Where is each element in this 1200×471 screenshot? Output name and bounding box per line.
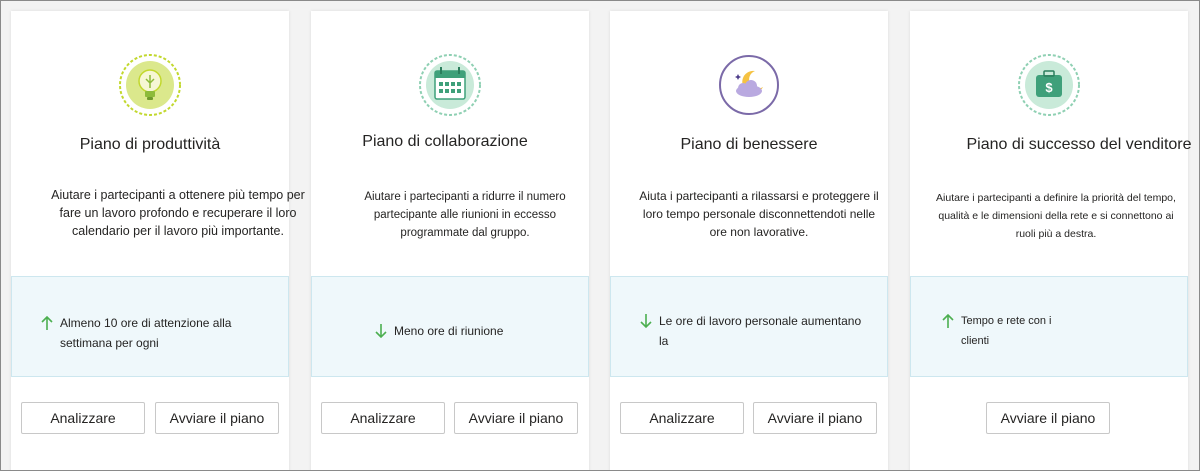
card-description: Aiutare i partecipanti a ottenere più te… (51, 188, 305, 238)
metric-box: Tempo e rete con i clienti (910, 276, 1188, 377)
metric-row: Le ore di lavoro personale aumentano la (639, 311, 867, 351)
metric-row: Almeno 10 ore di attenzione alla settima… (40, 313, 268, 353)
card-title: Piano di collaborazione (362, 133, 528, 150)
plan-card-seller-success: $ Piano di successo del venditore Aiutar… (910, 11, 1192, 470)
moon-cloud-icon (717, 53, 781, 117)
analyze-button[interactable]: Analizzare (620, 402, 744, 434)
arrow-down-icon (375, 324, 387, 339)
start-plan-button[interactable]: Avviare il piano (155, 402, 279, 434)
money-bag-icon: $ (1017, 53, 1081, 117)
card-description: Aiutare i partecipanti a ridurre il nume… (364, 191, 566, 239)
arrow-up-icon (41, 315, 53, 330)
analyze-button[interactable]: Analizzare (321, 402, 445, 434)
card-title: Piano di benessere (680, 136, 818, 153)
metric-box: Meno ore di riunione (311, 276, 589, 377)
metric-box: Le ore di lavoro personale aumentano la (610, 276, 888, 377)
card-description: Aiuta i partecipanti a rilassarsi e prot… (639, 189, 879, 239)
plans-panel: Piano di produttività Aiutare i partecip… (0, 0, 1200, 471)
calendar-icon (418, 53, 482, 117)
plan-card-collaboration: Piano di collaborazione Aiutare i partec… (311, 11, 589, 470)
metric-text: Le ore di lavoro personale aumentano la (659, 314, 862, 348)
metric-box: Almeno 10 ore di attenzione alla settima… (11, 276, 289, 377)
start-plan-button[interactable]: Avviare il piano (753, 402, 877, 434)
analyze-button[interactable]: Analizzare (21, 402, 145, 434)
metric-text: Almeno 10 ore di attenzione alla settima… (60, 316, 232, 350)
card-title: Piano di produttività (79, 136, 221, 153)
plan-card-wellbeing: Piano di benessere Aiuta i partecipanti … (610, 11, 888, 470)
start-plan-button[interactable]: Avviare il piano (454, 402, 578, 434)
arrow-up-icon (942, 313, 954, 328)
card-title: Piano di successo del venditore (966, 136, 1192, 153)
plan-card-productivity: Piano di produttività Aiutare i partecip… (11, 11, 305, 470)
metric-text: Tempo e rete con i clienti (961, 315, 1052, 347)
metric-row: Tempo e rete con i clienti (941, 311, 1167, 351)
start-plan-button[interactable]: Avviare il piano (986, 402, 1110, 434)
lightbulb-icon (118, 53, 182, 117)
metric-row: Meno ore di riunione (374, 321, 568, 341)
card-description: Aiutare i partecipanti a definire la pri… (936, 192, 1176, 240)
metric-text: Meno ore di riunione (394, 324, 504, 338)
svg-text:$: $ (1045, 80, 1053, 95)
arrow-down-icon (640, 314, 652, 329)
